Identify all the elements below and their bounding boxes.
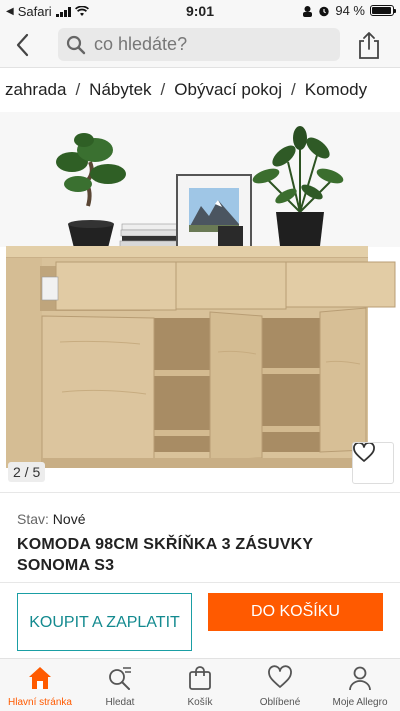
status-right: 94 % xyxy=(302,3,396,18)
share-icon xyxy=(359,32,379,59)
purchase-actions: KOUPIT A ZAPLATIT DO KOŠÍKU xyxy=(0,582,400,658)
nav-label-home: Hlavní stránka xyxy=(8,697,72,708)
breadcrumb-separator: / xyxy=(75,80,81,99)
heart-icon xyxy=(267,665,293,691)
condition-value: Nové xyxy=(52,511,86,527)
battery-icon xyxy=(370,5,396,16)
condition-row: Stav: Nové xyxy=(17,511,85,527)
breadcrumb-separator: / xyxy=(160,80,166,99)
nav-item-my-allegro[interactable]: Moje Allegro xyxy=(320,659,400,711)
breadcrumb-item-nabytek[interactable]: Nábytek xyxy=(89,80,151,100)
breadcrumb-item-zahrada[interactable]: zahrada xyxy=(5,80,66,100)
breadcrumb-item-komody[interactable]: Komody xyxy=(305,80,367,100)
alarm-icon xyxy=(319,6,330,16)
heart-icon xyxy=(353,443,375,462)
product-image xyxy=(0,112,400,492)
search-list-icon xyxy=(107,665,133,691)
condition-label: Stav: xyxy=(17,511,49,527)
candle-holder xyxy=(218,226,243,248)
search-input[interactable] xyxy=(94,34,324,55)
nav-label-search: Hledat xyxy=(105,697,135,708)
nav-item-favorites[interactable]: Oblíbené xyxy=(240,659,320,711)
nav-item-search[interactable]: Hledat xyxy=(80,659,160,711)
breadcrumb: zahrada / Nábytek / Obývací pokoj / Komo… xyxy=(0,68,400,112)
product-info: Stav: Nové KOMODA 98CM SKŘÍŇKA 3 ZÁSUVKY… xyxy=(0,492,400,582)
nav-item-cart[interactable]: Košík xyxy=(160,659,240,711)
breadcrumb-separator: / xyxy=(291,80,296,99)
nav-label-cart: Košík xyxy=(187,697,213,708)
nav-label-my-allegro: Moje Allegro xyxy=(332,697,388,708)
lock-rotation-icon xyxy=(303,5,313,17)
chevron-left-icon xyxy=(16,33,29,57)
product-gallery[interactable]: 2 / 5 xyxy=(0,112,400,492)
battery-percent: 94 % xyxy=(335,3,365,18)
search-icon xyxy=(66,35,86,54)
breadcrumb-item-obyvaci-pokoj[interactable]: Obývací pokoj xyxy=(174,80,282,100)
back-button[interactable] xyxy=(12,32,36,58)
nav-item-home[interactable]: Hlavní stránka xyxy=(0,659,80,711)
search-bar[interactable] xyxy=(58,28,340,61)
favorite-button[interactable] xyxy=(352,442,394,484)
app-header xyxy=(0,22,400,68)
status-bar: ◀ Safari 9:01 94 % xyxy=(0,0,400,22)
share-button[interactable] xyxy=(356,30,382,60)
product-title: KOMODA 98CM SKŘÍŇKA 3 ZÁSUVKY SONOMA S3 xyxy=(17,536,313,574)
nav-label-favorites: Oblíbené xyxy=(259,697,301,708)
home-icon xyxy=(27,665,53,691)
bottom-navigation: Hlavní stránka Hledat Košík Oblíbené Moj… xyxy=(0,658,400,711)
user-icon xyxy=(347,665,373,691)
image-counter: 2 / 5 xyxy=(8,462,46,482)
buy-now-button[interactable]: KOUPIT A ZAPLATIT xyxy=(17,593,192,651)
add-to-cart-button[interactable]: DO KOŠÍKU xyxy=(208,593,383,631)
bag-icon xyxy=(187,665,213,691)
